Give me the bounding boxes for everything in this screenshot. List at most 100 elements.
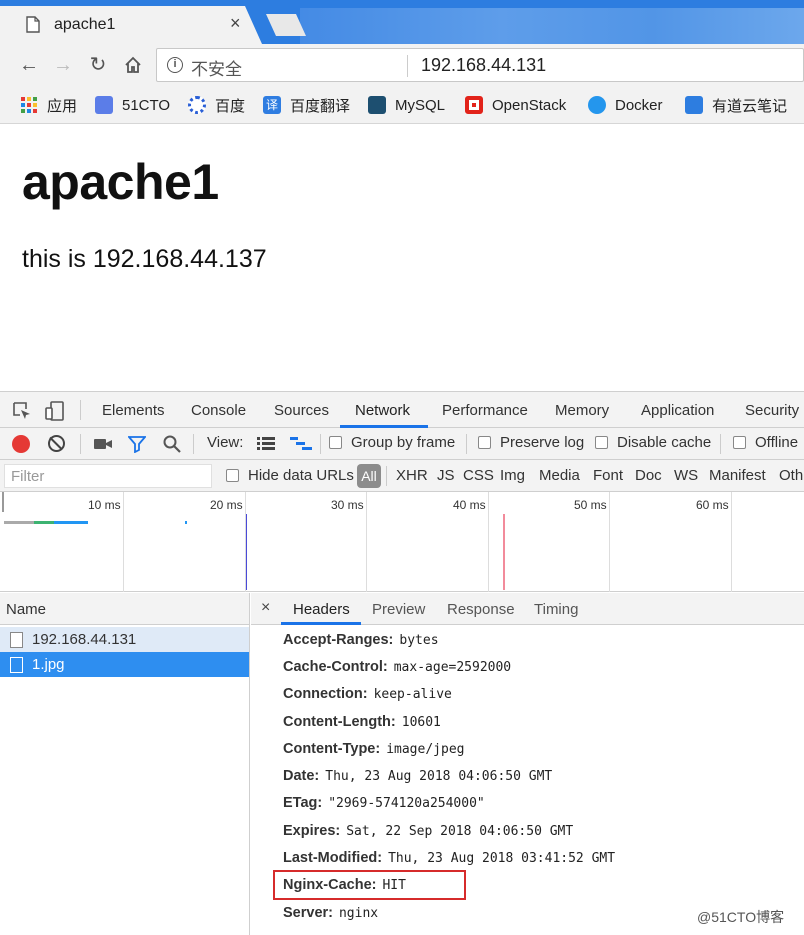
header-row: Last-Modified: Thu, 23 Aug 2018 03:41:52 … (283, 850, 615, 866)
back-arrow-icon[interactable]: ← (16, 52, 42, 78)
request-row[interactable]: 192.168.44.131 (0, 627, 249, 652)
document-icon (10, 631, 23, 648)
response-headers: Accept-Ranges: bytes Cache-Control: max-ag… (251, 625, 804, 935)
new-tab-button[interactable] (266, 14, 306, 36)
toolbar-divider (80, 434, 81, 454)
filter-input[interactable]: Filter (4, 464, 212, 488)
bookmark-mysql[interactable]: MySQL (368, 94, 445, 116)
tab-title: apache1 (54, 16, 116, 33)
tab-console[interactable]: Console (191, 402, 246, 419)
filter-type-js[interactable]: JS (437, 467, 455, 484)
header-key: Content-Length: (283, 714, 396, 730)
search-icon[interactable] (162, 434, 182, 454)
tab-security[interactable]: Security (745, 402, 799, 419)
tab-memory[interactable]: Memory (555, 402, 609, 419)
preserve-log-checkbox[interactable]: Preserve log (478, 434, 584, 451)
close-tab-icon[interactable]: × (230, 13, 241, 34)
header-key: ETag: (283, 795, 323, 811)
filter-funnel-icon[interactable] (128, 435, 146, 453)
watermark: @51CTO博客 (697, 909, 785, 925)
filter-type-all[interactable]: All (357, 464, 381, 488)
header-value: max-age=2592000 (393, 660, 512, 675)
header-key: Expires: (283, 823, 341, 839)
request-name: 1.jpg (32, 656, 65, 673)
network-overview[interactable]: 10 ms 20 ms 30 ms 40 ms 50 ms 60 ms (0, 492, 804, 592)
group-by-frame-checkbox[interactable]: Group by frame (329, 434, 455, 451)
timeline-gridline (366, 492, 367, 592)
bookmark-51cto[interactable]: 51CTO (95, 94, 170, 116)
tab-application[interactable]: Application (641, 402, 714, 419)
filter-type-img[interactable]: Img (500, 467, 525, 484)
reload-icon[interactable]: ↻ (85, 52, 111, 78)
browser-tab-active[interactable]: apache1 × (0, 6, 262, 44)
checkbox-label: Offline (755, 434, 799, 451)
checkbox-box[interactable] (226, 469, 239, 482)
bookmark-docker[interactable]: Docker (588, 94, 663, 116)
checkbox-label: Group by frame (351, 434, 456, 451)
background-tabs (300, 8, 804, 44)
header-row: Expires: Sat, 22 Sep 2018 04:06:50 GMT (283, 823, 573, 839)
hide-data-urls-checkbox[interactable]: Hide data URLs (226, 467, 354, 484)
header-key: Connection: (283, 686, 368, 702)
request-row-selected[interactable]: 1.jpg (0, 652, 249, 677)
tab-preview[interactable]: Preview (372, 601, 425, 618)
info-icon[interactable]: i (167, 57, 183, 73)
forward-arrow-icon[interactable]: → (50, 52, 76, 78)
bookmark-baidu[interactable]: 百度 (188, 94, 245, 116)
tab-sources[interactable]: Sources (274, 402, 329, 419)
dolphin-icon (368, 96, 386, 114)
document-icon (26, 16, 40, 33)
checkbox-label: Hide data URLs (248, 467, 354, 484)
tab-elements[interactable]: Elements (102, 402, 165, 419)
header-row: ETag: "2969-574120a254000" (283, 795, 485, 811)
filter-type-media[interactable]: Media (539, 467, 580, 484)
header-key: Date: (283, 768, 320, 784)
bookmark-openstack[interactable]: OpenStack (465, 94, 566, 116)
device-toolbar-icon[interactable] (44, 400, 66, 422)
list-view-icon[interactable] (257, 436, 275, 450)
header-key: Server: (283, 905, 333, 921)
tab-headers[interactable]: Headers (293, 601, 350, 618)
url-text[interactable]: 192.168.44.131 (421, 55, 546, 76)
disable-cache-checkbox[interactable]: Disable cache (595, 434, 711, 451)
tab-timing[interactable]: Timing (534, 601, 578, 618)
bookmark-label: 51CTO (122, 96, 171, 114)
tab-performance[interactable]: Performance (442, 402, 528, 419)
offline-checkbox[interactable]: Offline (733, 434, 798, 451)
toolbar-divider (386, 466, 387, 486)
timeline-label: 40 ms (453, 498, 486, 512)
bookmark-label: Docker (615, 96, 663, 114)
record-button[interactable] (12, 435, 30, 453)
header-value: Sat, 22 Sep 2018 04:06:50 GMT (346, 824, 574, 839)
close-detail-icon[interactable]: × (261, 599, 270, 617)
clear-icon[interactable] (48, 435, 65, 452)
name-header-label: Name (6, 601, 47, 618)
video-camera-icon[interactable] (93, 436, 113, 452)
filter-type-doc[interactable]: Doc (635, 467, 662, 484)
filter-type-xhr[interactable]: XHR (396, 467, 428, 484)
security-label[interactable]: 不安全 (191, 55, 242, 80)
bookmark-youdao[interactable]: 有道云笔记 (685, 94, 787, 116)
bookmark-baidu-translate[interactable]: 译 百度翻译 (263, 94, 350, 116)
bookmark-apps[interactable]: 应用 (20, 94, 77, 116)
tab-response[interactable]: Response (447, 601, 515, 618)
filter-type-css[interactable]: CSS (463, 467, 494, 484)
filter-type-ws[interactable]: WS (674, 467, 698, 484)
checkbox-box[interactable] (595, 436, 608, 449)
filter-type-font[interactable]: Font (593, 467, 623, 484)
filter-type-manifest[interactable]: Manifest (709, 467, 766, 484)
checkbox-box[interactable] (478, 436, 491, 449)
header-value: keep-alive (373, 687, 452, 702)
browser-toolbar: ← → ↻ i 不安全 192.168.44.131 (0, 44, 804, 86)
address-bar[interactable]: i 不安全 192.168.44.131 (156, 48, 804, 82)
waterfall-view-icon[interactable] (290, 436, 312, 450)
bookmark-label: 百度 (215, 97, 246, 115)
checkbox-box[interactable] (329, 436, 342, 449)
checkbox-box[interactable] (733, 436, 746, 449)
request-bar-download (54, 521, 88, 524)
home-icon[interactable] (120, 52, 146, 78)
tab-network[interactable]: Network (355, 402, 410, 419)
name-column-header[interactable]: Name (0, 593, 250, 625)
inspect-element-icon[interactable] (12, 401, 32, 421)
filter-type-other[interactable]: Oth (779, 467, 803, 484)
